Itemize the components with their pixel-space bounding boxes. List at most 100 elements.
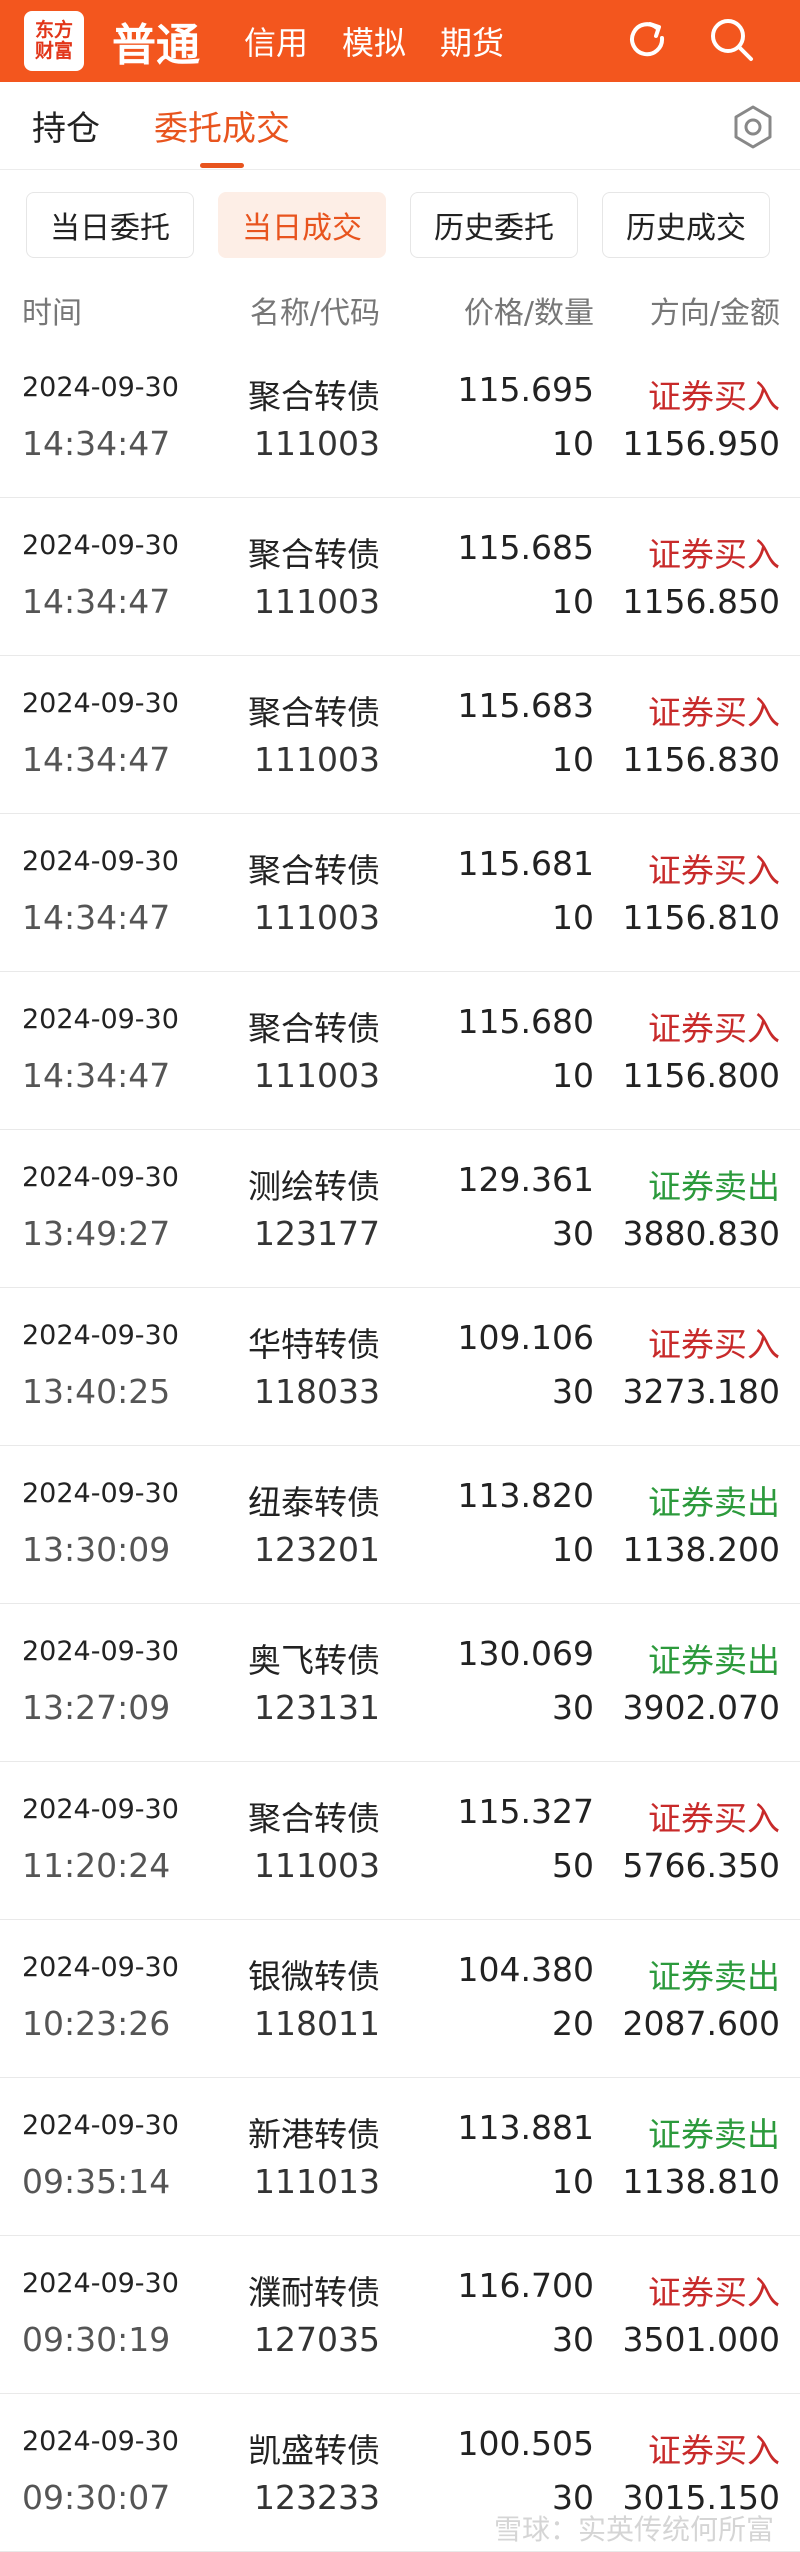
table-row[interactable]: 2024-09-30 13:40:25 华特转债 118033 109.106 30 证券买… [0,1288,800,1446]
trade-date: 2024-09-30 [22,1478,179,1509]
bond-name: 测绘转债 [248,1167,380,1206]
bond-code: 111013 [254,2162,380,2201]
table-row[interactable]: 2024-09-30 10:23:26 银微转债 118011 104.380 20 证券卖… [0,1920,800,2078]
bond-name: 濮耐转债 [248,2273,380,2312]
trade-date: 2024-09-30 [22,2110,179,2141]
trade-quantity: 30 [552,1688,594,1727]
logo-line2: 财富 [34,40,73,62]
trade-direction: 证券卖出 [648,1167,780,1206]
trade-price: 130.069 [457,1634,594,1673]
trade-time: 09:30:07 [22,2478,171,2517]
trade-price: 115.680 [457,1002,594,1041]
trade-amount: 1156.850 [622,582,780,621]
trade-time: 13:27:09 [22,1688,171,1727]
bond-name: 银微转债 [248,1957,380,1996]
trade-price: 113.820 [457,1476,594,1515]
table-row[interactable]: 2024-09-30 14:34:47 聚合转债 111003 115.681 10 证券买… [0,814,800,972]
bond-name: 奥飞转债 [248,1641,380,1680]
bond-name: 聚合转债 [248,851,380,890]
table-row[interactable]: 2024-09-30 13:30:09 纽泰转债 123201 113.820 10 证券卖… [0,1446,800,1604]
trade-amount: 3273.180 [622,1372,780,1411]
col-time: 时间 [22,296,82,331]
trade-amount: 3501.000 [622,2320,780,2359]
col-dir-amount: 方向/金额 [649,296,780,331]
trade-time: 09:35:14 [22,2162,171,2201]
trade-direction: 证券买入 [648,2431,780,2470]
table-row[interactable]: 2024-09-30 13:49:27 测绘转债 123177 129.361 30 证券卖… [0,1130,800,1288]
bond-code: 111003 [254,582,380,621]
table-row[interactable]: 2024-09-30 14:34:47 聚合转债 111003 115.683 10 证券买… [0,656,800,814]
tab-normal[interactable]: 普通 [112,9,200,73]
filter-history-trades[interactable]: 历史成交 [602,192,770,258]
trade-price: 113.881 [457,2108,594,2147]
sub-tab-bar: 持仓 委托成交 [0,82,800,170]
trade-direction: 证券买入 [648,1009,780,1048]
filter-bar: 当日委托 当日成交 历史委托 历史成交 [0,170,800,280]
trade-amount: 1138.200 [622,1530,780,1569]
table-row[interactable]: 2024-09-30 14:34:47 聚合转债 111003 115.680 10 证券买… [0,972,800,1130]
trade-time: 14:34:47 [22,1056,171,1095]
col-name-code: 名称/代码 [249,296,380,331]
trade-amount: 5766.350 [622,1846,780,1885]
bond-name: 聚合转债 [248,535,380,574]
table-row[interactable]: 2024-09-30 09:35:14 新港转债 111013 113.881 10 证券卖… [0,2078,800,2236]
tab-positions[interactable]: 持仓 [32,101,100,150]
trade-date: 2024-09-30 [22,2268,179,2299]
trade-amount: 3880.830 [622,1214,780,1253]
trade-price: 100.505 [457,2424,594,2463]
trade-date: 2024-09-30 [22,1004,179,1035]
bond-name: 聚合转债 [248,1009,380,1048]
column-header: 时间 名称/代码 价格/数量 方向/金额 [0,280,800,340]
tab-futures[interactable]: 期货 [440,18,504,64]
trade-date: 2024-09-30 [22,2426,179,2457]
bond-code: 123201 [254,1530,380,1569]
table-row[interactable]: 2024-09-30 11:20:24 聚合转债 111003 115.327 50 证券买… [0,1762,800,1920]
bond-code: 127035 [254,2320,380,2359]
table-row[interactable]: 2024-09-30 14:34:47 聚合转债 111003 115.685 10 证券买… [0,498,800,656]
trade-amount: 1156.830 [622,740,780,779]
bond-code: 123233 [254,2478,380,2517]
trade-time: 14:34:47 [22,424,171,463]
col-price-qty: 价格/数量 [463,296,594,331]
trade-time: 11:20:24 [22,1846,171,1885]
refresh-icon[interactable] [618,10,678,70]
trade-amount: 3902.070 [622,1688,780,1727]
filter-today-trades[interactable]: 当日成交 [218,192,386,258]
trade-price: 115.327 [457,1792,594,1831]
trade-date: 2024-09-30 [22,1794,179,1825]
bond-name: 凯盛转债 [248,2431,380,2470]
gear-icon[interactable] [730,104,776,150]
trade-direction: 证券买入 [648,693,780,732]
trade-date: 2024-09-30 [22,1952,179,1983]
filter-today-orders[interactable]: 当日委托 [26,192,194,258]
app-logo[interactable]: 东方 财富 [24,11,84,71]
bond-name: 新港转债 [248,2115,380,2154]
tab-simulated[interactable]: 模拟 [342,18,406,64]
table-row[interactable]: 2024-09-30 13:27:09 奥飞转债 123131 130.069 30 证券卖… [0,1604,800,1762]
trade-quantity: 10 [552,424,594,463]
table-row[interactable]: 2024-09-30 09:30:19 濮耐转债 127035 116.700 30 证券买… [0,2236,800,2394]
trade-time: 13:40:25 [22,1372,171,1411]
trade-time: 14:34:47 [22,582,171,621]
trade-amount: 1156.800 [622,1056,780,1095]
bond-code: 123177 [254,1214,380,1253]
trade-date: 2024-09-30 [22,372,179,403]
tab-credit[interactable]: 信用 [244,18,308,64]
table-row[interactable]: 2024-09-30 14:34:47 聚合转债 111003 115.695 10 证券买… [0,340,800,498]
trade-list: 2024-09-30 14:34:47 聚合转债 111003 115.695 10 证券买… [0,340,800,2552]
trade-quantity: 10 [552,2162,594,2201]
trade-direction: 证券卖出 [648,2115,780,2154]
search-icon[interactable] [702,10,762,70]
trade-price: 115.683 [457,686,594,725]
trade-direction: 证券卖出 [648,1483,780,1522]
trade-date: 2024-09-30 [22,1636,179,1667]
trade-time: 13:49:27 [22,1214,171,1253]
tab-orders-trades[interactable]: 委托成交 [154,101,290,150]
trade-direction: 证券买入 [648,535,780,574]
bond-name: 聚合转债 [248,1799,380,1838]
bond-code: 111003 [254,740,380,779]
bond-name: 纽泰转债 [248,1483,380,1522]
trade-quantity: 30 [552,2320,594,2359]
filter-history-orders[interactable]: 历史委托 [410,192,578,258]
trade-price: 104.380 [457,1950,594,1989]
